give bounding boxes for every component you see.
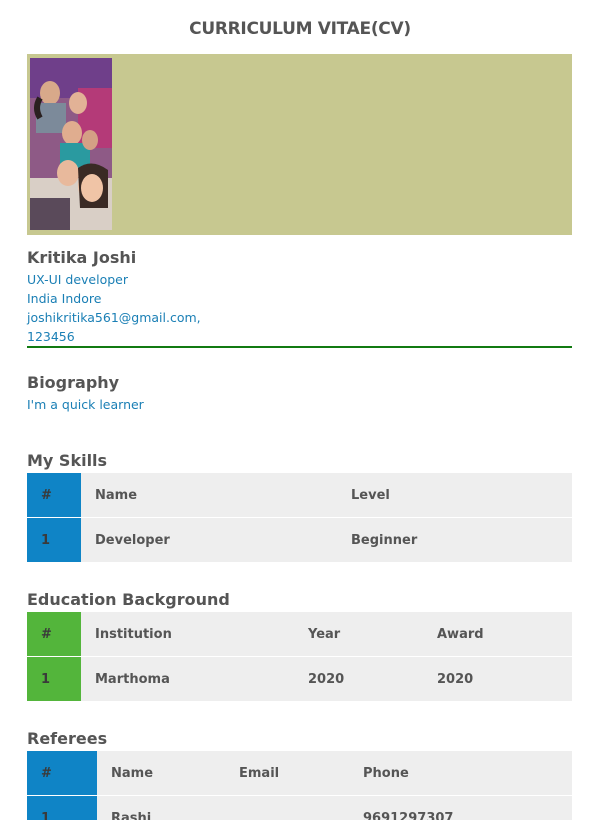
education-row-index: 1 [27,656,81,702]
page-title: CURRICULUM VITAE(CV) [189,19,411,39]
skills-header-row: # Name Level [27,473,572,518]
profile-name: Kritika Joshi [27,248,137,267]
education-row-year: 2020 [294,656,423,702]
skills-row-level: Beginner [337,517,572,563]
profile-phone: 123456 [27,329,75,344]
skills-row-name: Developer [81,517,337,563]
education-col-year: Year [294,612,423,657]
referees-col-email: Email [225,751,349,796]
profile-location: India Indore [27,291,102,306]
skills-col-name: Name [81,473,337,518]
skills-col-level: Level [337,473,572,518]
profile-email[interactable]: joshikritika561@gmail.com, [27,310,201,325]
education-row-award: 2020 [423,656,572,702]
referees-col-index: # [27,751,97,796]
referees-row-email[interactable] [225,795,349,820]
referees-heading: Referees [27,729,108,748]
profile-banner [27,54,572,235]
referees-row-phone: 9691297307 [349,795,572,820]
table-row: 1 Developer Beginner [27,517,572,563]
education-col-institution: Institution [81,612,294,657]
profile-divider [27,346,572,348]
education-table: # Institution Year Award 1 Marthoma 2020… [27,612,572,702]
skills-heading: My Skills [27,451,108,470]
profile-photo-image [30,58,112,230]
referees-row-name: Rashi [97,795,225,820]
biography-text: I'm a quick learner [27,397,144,412]
profile-photo [30,58,112,230]
referees-table: # Name Email Phone 1 Rashi 9691297307 [27,751,572,820]
referees-col-name: Name [97,751,225,796]
referees-header-row: # Name Email Phone [27,751,572,796]
cv-page: CURRICULUM VITAE(CV) Kritika Joshi UX-UI… [0,0,600,820]
education-col-index: # [27,612,81,657]
education-col-award: Award [423,612,572,657]
education-heading: Education Background [27,590,230,609]
education-header-row: # Institution Year Award [27,612,572,657]
skills-col-index: # [27,473,81,518]
skills-row-index: 1 [27,517,81,563]
biography-heading: Biography [27,373,120,392]
referees-col-phone: Phone [349,751,572,796]
education-row-institution: Marthoma [81,656,294,702]
table-row: 1 Rashi 9691297307 [27,795,572,820]
table-row: 1 Marthoma 2020 2020 [27,656,572,702]
profile-role: UX-UI developer [27,272,129,287]
referees-row-index: 1 [27,795,97,820]
skills-table: # Name Level 1 Developer Beginner [27,473,572,563]
